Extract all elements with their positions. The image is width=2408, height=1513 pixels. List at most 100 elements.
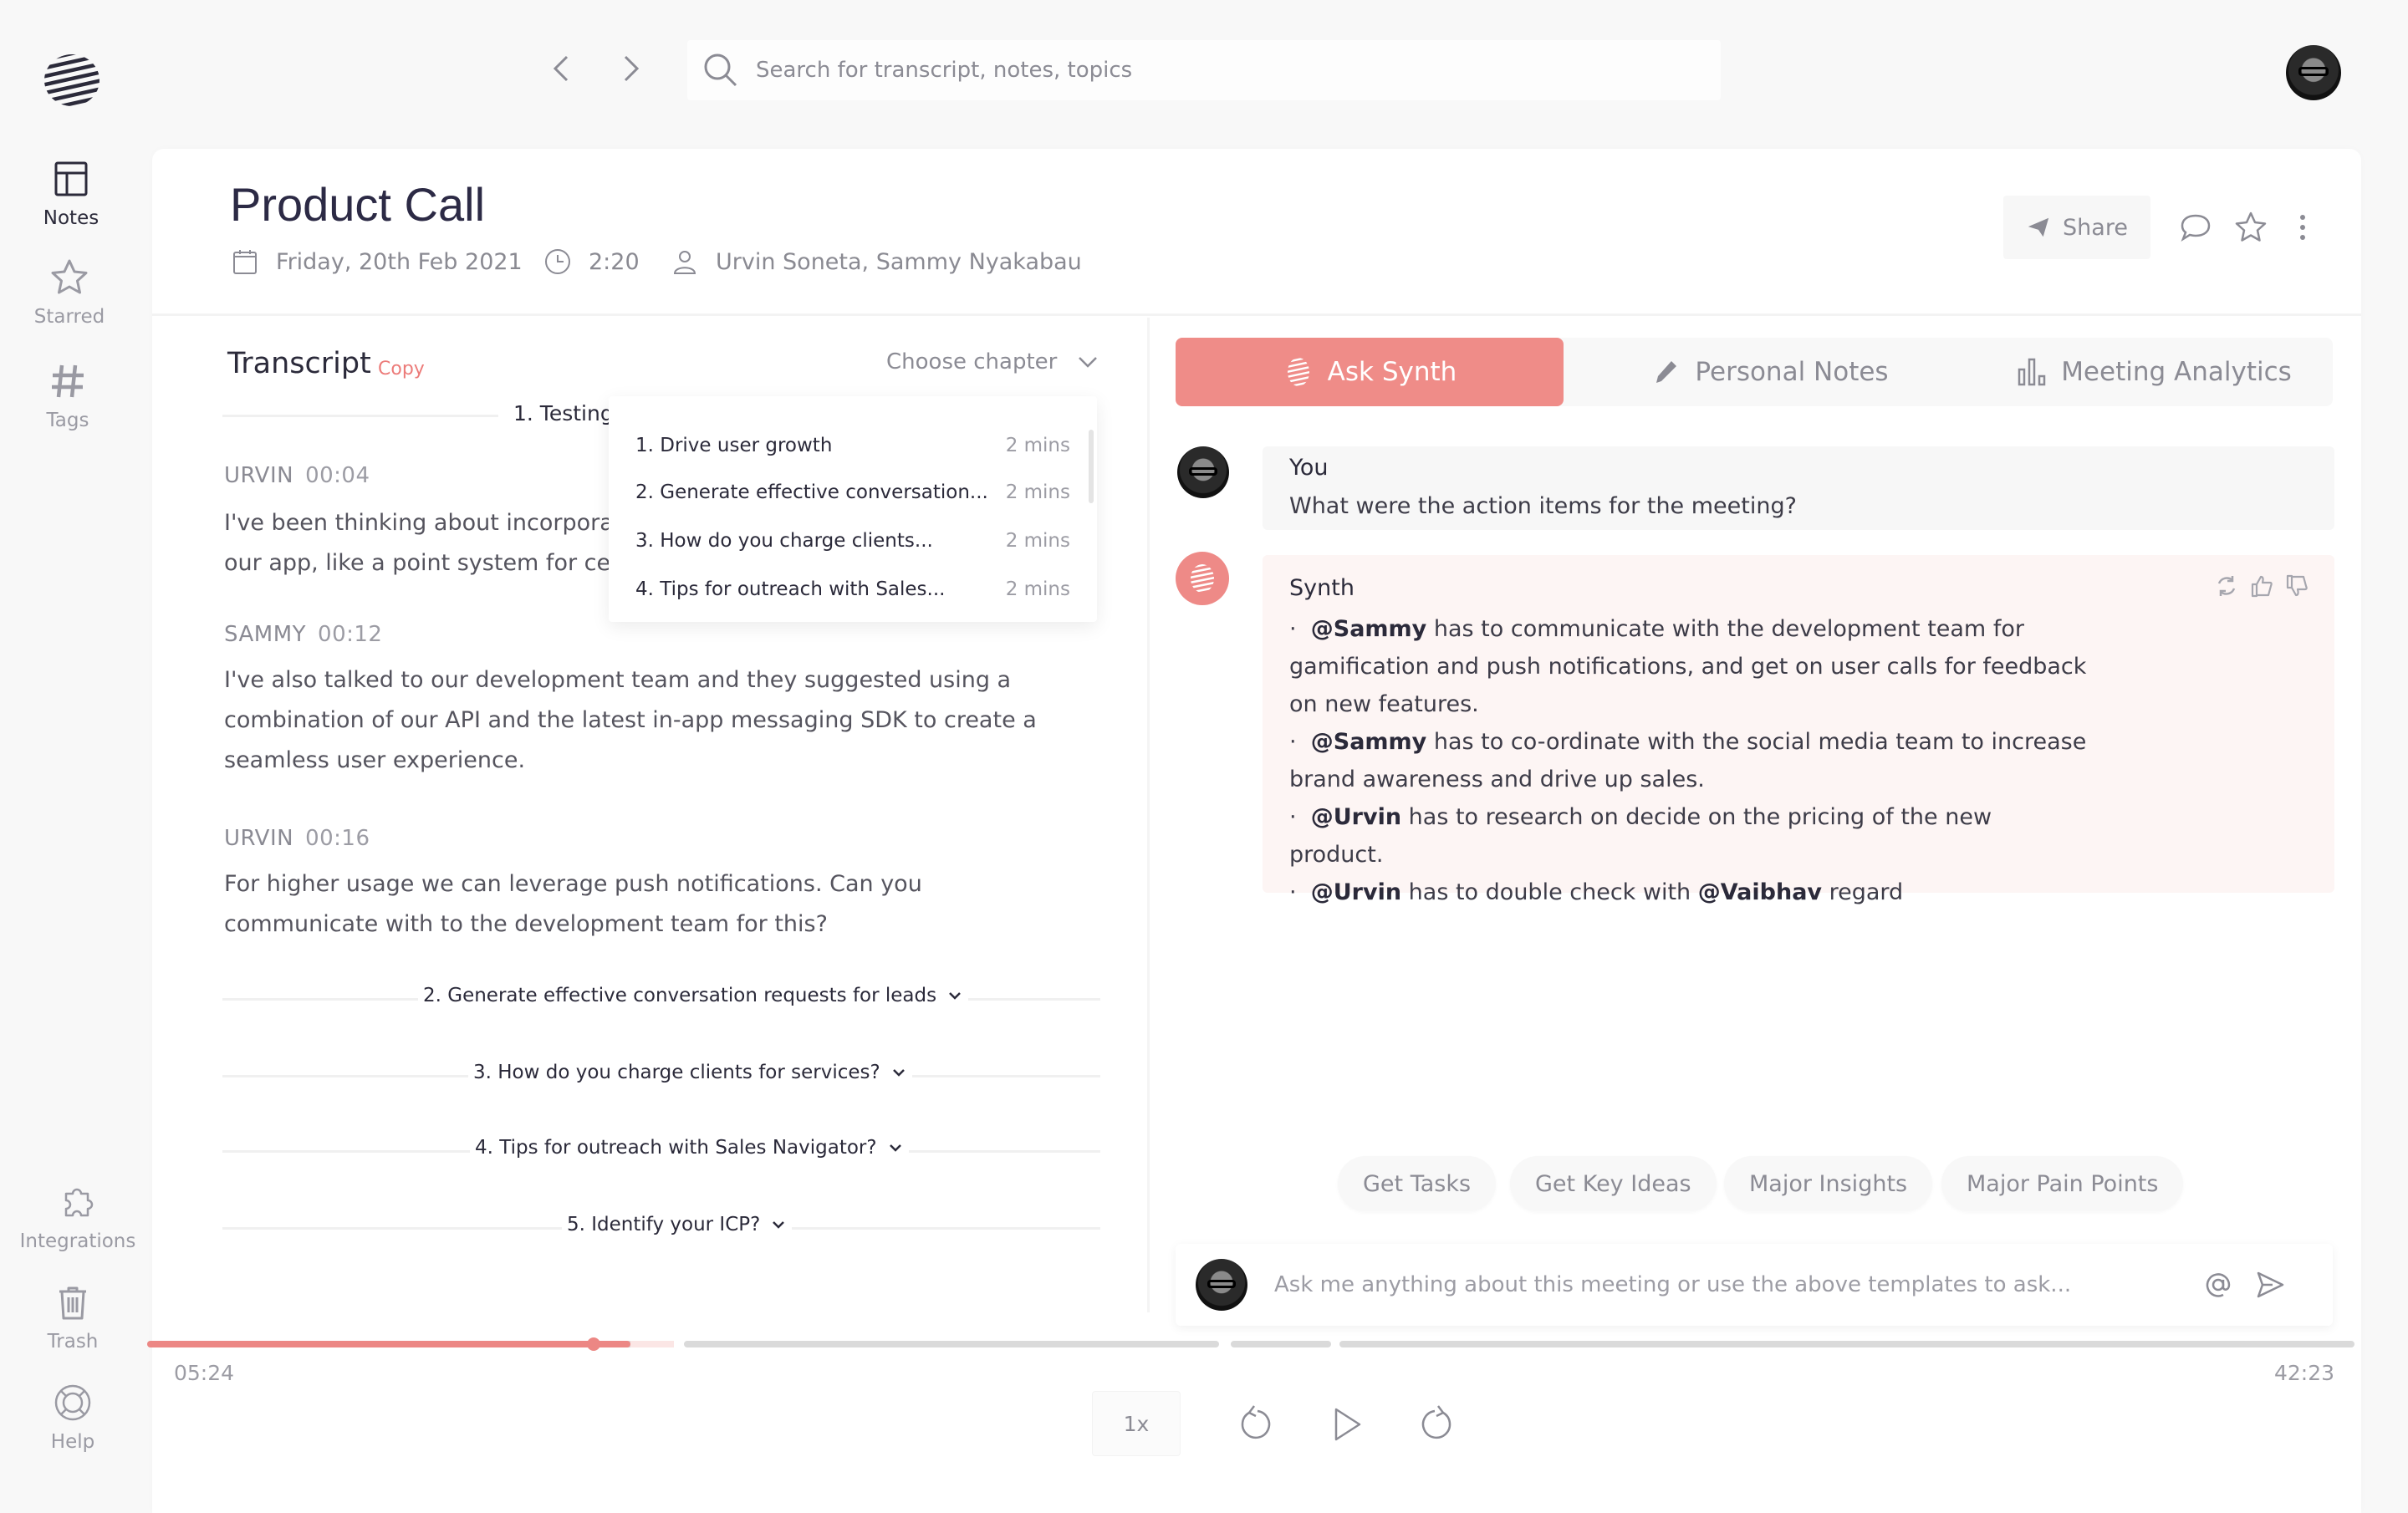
tab-personal-notes[interactable]: Personal Notes bbox=[1644, 338, 1895, 406]
page-title: Product Call bbox=[230, 178, 486, 231]
playback-progress bbox=[147, 1341, 630, 1347]
meeting-date-text: Friday, 20th Feb 2021 bbox=[276, 248, 523, 275]
template-major-insights[interactable]: Major Insights bbox=[1724, 1156, 1933, 1211]
action-item: · @Sammy has to co-ordinate with the soc… bbox=[1289, 729, 2087, 792]
dropdown-item[interactable]: 2. Generate effective conversation... 2 m… bbox=[635, 481, 1070, 503]
dropdown-item[interactable]: 1. Drive user growth 2 mins bbox=[635, 435, 1070, 456]
message-author: Synth bbox=[1289, 575, 1354, 601]
bar-chart-icon bbox=[2018, 358, 2046, 386]
chat-message-user: You What were the action items for the m… bbox=[1263, 446, 2334, 530]
share-button[interactable]: Share bbox=[2003, 196, 2150, 259]
star-icon[interactable] bbox=[2234, 211, 2268, 244]
mention[interactable]: @Urvin bbox=[1311, 879, 1401, 905]
speaker-label: SAMMY 00:12 bbox=[224, 622, 383, 647]
dropdown-scrollbar[interactable] bbox=[1089, 430, 1094, 503]
sidebar-item-label: Notes bbox=[43, 207, 99, 229]
comment-icon[interactable] bbox=[2179, 211, 2212, 244]
utterance-text: For higher usage we can leverage push no… bbox=[224, 871, 922, 937]
user-avatar[interactable] bbox=[2286, 45, 2341, 100]
sidebar-item-label: Integrations bbox=[19, 1230, 136, 1252]
message-text: What were the action items for the meeti… bbox=[1289, 493, 1797, 519]
template-get-key-ideas[interactable]: Get Key Ideas bbox=[1510, 1156, 1717, 1211]
speaker-label: URVIN 00:04 bbox=[224, 463, 370, 488]
search-bar[interactable] bbox=[687, 40, 1721, 100]
header-divider bbox=[152, 313, 2361, 316]
dropdown-item[interactable]: 4. Tips for outreach with Sales... 2 mins bbox=[635, 578, 1070, 600]
play-icon[interactable] bbox=[1326, 1404, 1366, 1444]
send-icon[interactable] bbox=[2254, 1269, 2286, 1301]
playback-speed-button[interactable]: 1x bbox=[1092, 1391, 1181, 1456]
user-avatar bbox=[1177, 446, 1229, 498]
chat-message-synth: Synth · @Sammy has to communicate with t… bbox=[1263, 555, 2334, 905]
chapter-dropdown: 1. Drive user growth 2 mins 2. Generate e… bbox=[609, 396, 1097, 622]
sidebar-item-starred[interactable]: Starred bbox=[0, 257, 140, 328]
forward-arrow-icon[interactable] bbox=[614, 52, 647, 85]
timeline-segment[interactable] bbox=[1231, 1341, 1331, 1347]
mention-at-icon[interactable] bbox=[2202, 1269, 2234, 1301]
mention[interactable]: @Sammy bbox=[1311, 729, 1427, 755]
tab-label: Ask Synth bbox=[1327, 357, 1457, 387]
utterance-text: I've also talked to our development team… bbox=[224, 667, 1037, 773]
current-time: 05:24 bbox=[174, 1361, 235, 1385]
chevron-down-icon bbox=[949, 992, 961, 1000]
person-icon bbox=[673, 251, 696, 274]
mention[interactable]: @Urvin bbox=[1311, 804, 1401, 830]
ask-input[interactable] bbox=[1274, 1267, 2161, 1302]
puzzle-icon bbox=[64, 1188, 94, 1217]
synth-avatar bbox=[1176, 552, 1229, 605]
share-label: Share bbox=[2063, 214, 2128, 241]
chevron-down-icon bbox=[773, 1221, 785, 1229]
tab-ask-synth[interactable]: Ask Synth bbox=[1176, 338, 1564, 406]
sidebar-item-notes[interactable]: Notes bbox=[0, 159, 142, 229]
chevron-down-icon bbox=[1079, 357, 1098, 368]
tab-label: Meeting Analytics bbox=[2061, 357, 2292, 387]
rewind-icon[interactable] bbox=[1236, 1404, 1276, 1444]
thumbs-up-icon[interactable] bbox=[2249, 573, 2274, 599]
chevron-down-icon bbox=[892, 1069, 905, 1077]
tab-meeting-analytics[interactable]: Meeting Analytics bbox=[2012, 338, 2296, 406]
buffer-indicator bbox=[630, 1341, 674, 1347]
chapter-row[interactable]: 5. Identify your ICP? bbox=[562, 1214, 793, 1235]
thumbs-down-icon[interactable] bbox=[2284, 573, 2309, 599]
sidebar-item-label: Tags bbox=[46, 410, 89, 431]
copy-transcript-link[interactable]: Copy bbox=[378, 359, 425, 380]
hash-icon bbox=[52, 364, 84, 398]
action-item: · @Urvin has to double check with @Vaibh… bbox=[1289, 879, 1904, 905]
chapter-row[interactable]: 3. How do you charge clients for service… bbox=[468, 1062, 912, 1083]
message-author: You bbox=[1289, 455, 1329, 481]
action-items-list: · @Sammy has to communicate with the dev… bbox=[1289, 610, 2092, 911]
sidebar-item-label: Trash bbox=[47, 1331, 99, 1353]
star-icon bbox=[51, 259, 88, 294]
sidebar-item-label: Help bbox=[50, 1431, 95, 1453]
chapter-divider bbox=[222, 415, 498, 417]
forward-icon[interactable] bbox=[1416, 1404, 1457, 1444]
sidebar-item-tags[interactable]: Tags bbox=[0, 361, 139, 431]
search-icon bbox=[704, 53, 737, 87]
mention[interactable]: @Sammy bbox=[1311, 616, 1427, 642]
template-major-pain-points[interactable]: Major Pain Points bbox=[1941, 1156, 2184, 1211]
template-get-tasks[interactable]: Get Tasks bbox=[1338, 1156, 1497, 1211]
send-plane-icon bbox=[2028, 217, 2049, 237]
utterance-text: I've been thinking about incorporatin ou… bbox=[224, 510, 609, 576]
mention[interactable]: @Vaibhav bbox=[1698, 879, 1822, 905]
synth-logo[interactable] bbox=[42, 52, 102, 109]
dropdown-item[interactable]: 3. How do you charge clients... 2 mins bbox=[635, 530, 1070, 552]
sidebar-item-integrations[interactable]: Integrations bbox=[7, 1182, 149, 1252]
action-item: · @Urvin has to research on decide on th… bbox=[1289, 804, 1992, 868]
timeline-segment[interactable] bbox=[684, 1341, 1219, 1347]
chapter-select-label: Choose chapter bbox=[886, 349, 1058, 374]
sidebar-item-trash[interactable]: Trash bbox=[2, 1282, 144, 1353]
regenerate-icon[interactable] bbox=[2214, 573, 2239, 599]
chapter-select[interactable]: Choose chapter bbox=[886, 349, 1100, 374]
back-arrow-icon[interactable] bbox=[545, 52, 579, 85]
current-chapter-heading[interactable]: 1. Testing bbox=[508, 401, 619, 425]
search-input[interactable] bbox=[756, 58, 1676, 83]
sidebar-item-help[interactable]: Help bbox=[2, 1383, 144, 1453]
chapter-row[interactable]: 2. Generate effective conversation reque… bbox=[418, 985, 969, 1006]
chapter-row[interactable]: 4. Tips for outreach with Sales Navigato… bbox=[470, 1137, 909, 1159]
playhead-handle[interactable] bbox=[587, 1337, 600, 1351]
more-vertical-icon[interactable] bbox=[2286, 211, 2319, 244]
timeline-segment[interactable] bbox=[1339, 1341, 2354, 1347]
tab-label: Personal Notes bbox=[1695, 357, 1889, 387]
panel-tabs: Ask Synth Personal Notes Meeting Analyti… bbox=[1176, 338, 2333, 406]
